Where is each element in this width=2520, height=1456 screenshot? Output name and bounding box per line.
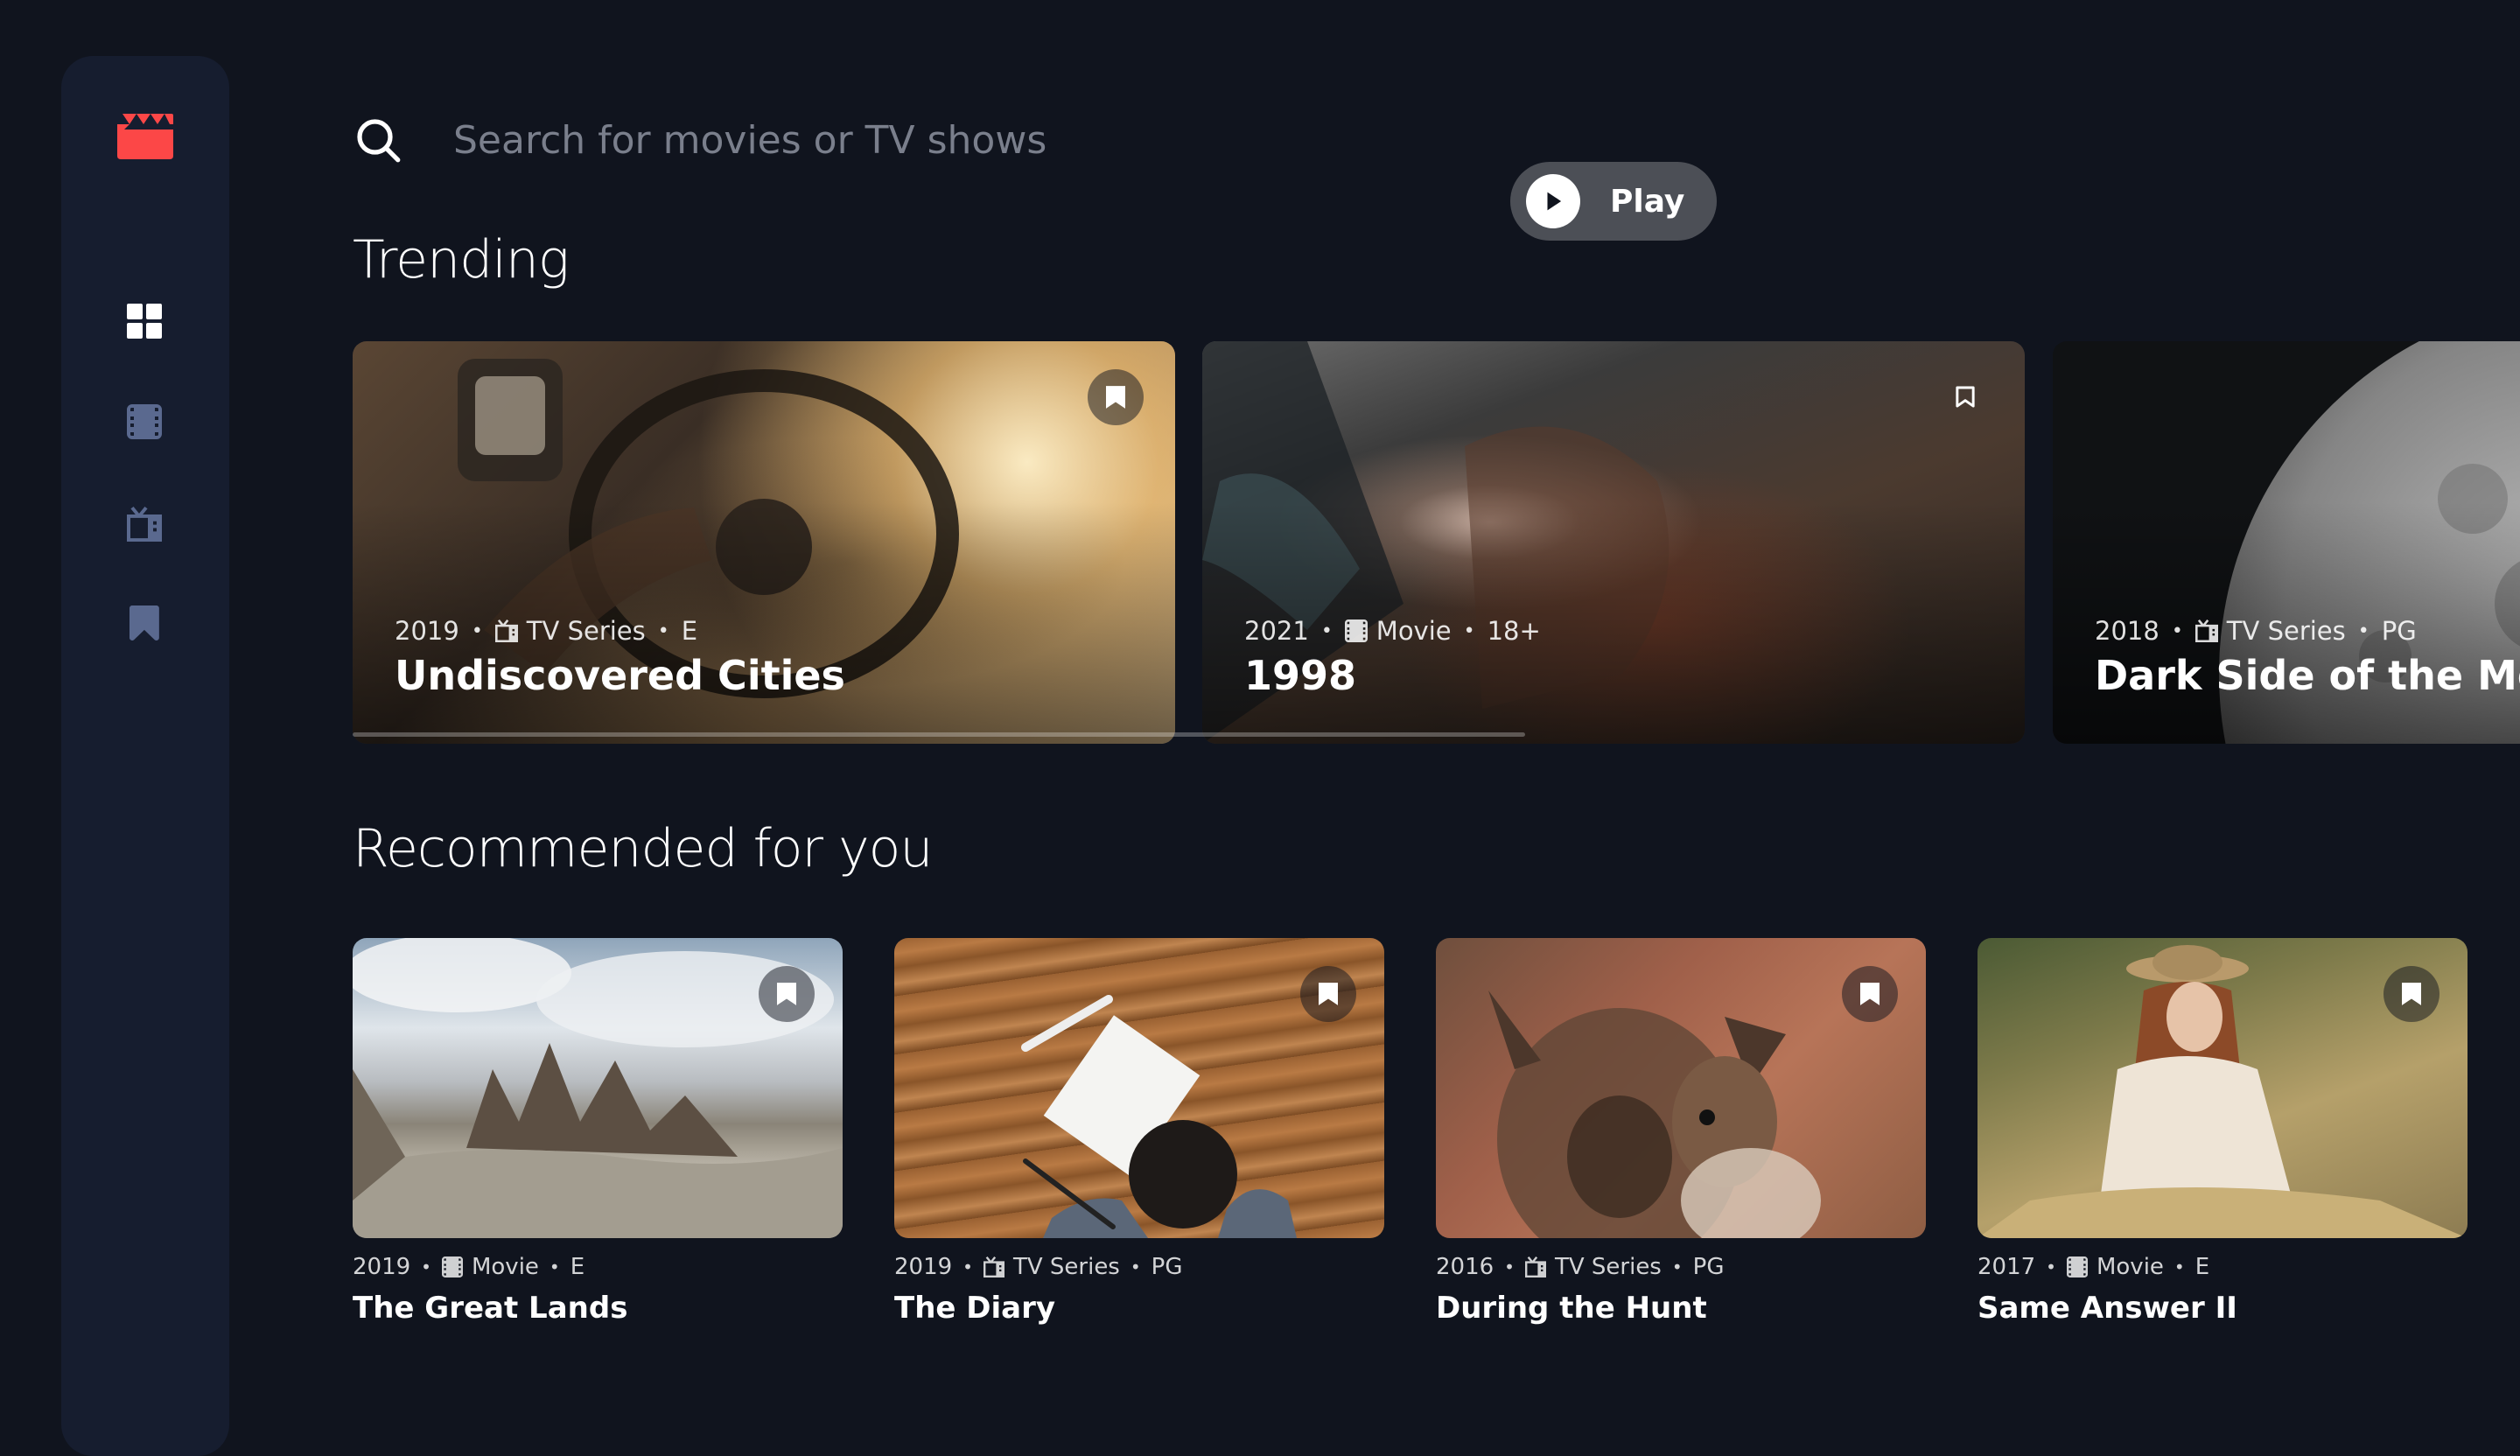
recommended-title[interactable]: The Great Lands (353, 1291, 843, 1326)
bookmark-filled-icon (777, 983, 796, 1005)
bookmark-button[interactable] (1300, 966, 1356, 1022)
trending-meta: 2021 • Movie • 18+ (1244, 616, 1541, 646)
meta-rating: PG (1151, 1254, 1183, 1280)
recommended-meta: 2019 • Movie • E (353, 1254, 843, 1280)
play-icon (1526, 174, 1580, 228)
film-icon (2066, 1256, 2088, 1278)
nav-home[interactable] (124, 301, 164, 341)
meta-separator: • (1130, 1256, 1141, 1278)
carousel-scrollbar[interactable] (353, 732, 1525, 737)
search-bar (354, 114, 2366, 166)
recommended-thumbnail (353, 938, 843, 1238)
trending-carousel[interactable]: 2019 • TV Series • E Undiscovered Cities (353, 341, 2520, 744)
recommended-thumbnail (1436, 938, 1926, 1238)
recommended-thumbnail (894, 938, 1384, 1238)
trending-card[interactable]: 2021 • Movie • 18+ 1998 (1202, 341, 2025, 744)
bookmark-filled-icon (2402, 983, 2421, 1005)
trending-meta: 2018 • TV Series • PG (2095, 616, 2417, 646)
search-icon[interactable] (354, 116, 402, 164)
meta-category: TV Series (2226, 616, 2346, 646)
meta-separator: • (471, 620, 483, 642)
play-label: Play (1610, 183, 1685, 220)
bookmark-icon (129, 606, 159, 640)
meta-category: Movie (1376, 616, 1452, 646)
trending-heading: Trending (353, 229, 570, 290)
tv-icon (983, 1256, 1004, 1278)
recommended-title[interactable]: Same Answer II (1978, 1291, 2468, 1326)
meta-separator: • (1463, 620, 1475, 642)
nav-tv-series[interactable] (124, 504, 164, 544)
trending-meta: 2019 • TV Series • E (395, 616, 697, 646)
meta-year: 2018 (2095, 616, 2160, 646)
tv-icon (2194, 620, 2218, 642)
meta-category: Movie (2096, 1254, 2164, 1280)
recommended-card[interactable]: 2016 • TV Series • PG During the Hunt (1436, 938, 1926, 1326)
recommended-meta: 2019 • TV Series • PG (894, 1254, 1384, 1280)
bookmark-filled-icon (1860, 983, 1880, 1005)
bookmark-button[interactable] (759, 966, 815, 1022)
meta-separator: • (1320, 620, 1333, 642)
meta-rating: 18+ (1487, 616, 1541, 646)
trending-title: 1998 (1244, 652, 1357, 699)
meta-separator: • (421, 1256, 431, 1278)
tv-icon (494, 620, 518, 642)
meta-category: Movie (471, 1254, 539, 1280)
meta-rating: PG (2381, 616, 2417, 646)
meta-rating: PG (1692, 1254, 1725, 1280)
bookmark-button[interactable] (1088, 369, 1144, 425)
meta-year: 2021 (1244, 616, 1309, 646)
meta-separator: • (1671, 1256, 1683, 1278)
search-input[interactable] (453, 117, 2028, 163)
tv-icon (1524, 1256, 1546, 1278)
grid-icon (127, 304, 162, 339)
meta-separator: • (549, 1256, 560, 1278)
trending-title: Dark Side of the Moon (2095, 652, 2520, 699)
film-icon (1344, 620, 1368, 642)
tv-icon (127, 507, 162, 542)
recommended-card[interactable]: 2019 • Movie • E The Great Lands (353, 938, 843, 1326)
recommended-card[interactable]: 2019 • TV Series • PG The Diary (894, 938, 1384, 1326)
meta-separator: • (657, 620, 669, 642)
bookmark-filled-icon (1106, 386, 1125, 409)
meta-separator: • (1504, 1256, 1515, 1278)
meta-year: 2016 (1436, 1254, 1494, 1280)
meta-rating: E (681, 616, 698, 646)
meta-year: 2019 (353, 1254, 411, 1280)
meta-year: 2017 (1978, 1254, 2036, 1280)
trending-card[interactable]: 2019 • TV Series • E Undiscovered Cities (353, 341, 1175, 744)
meta-separator: • (2171, 620, 2183, 642)
film-icon (127, 404, 162, 439)
meta-separator: • (2174, 1256, 2185, 1278)
play-button[interactable]: Play (1510, 162, 1717, 241)
recommended-meta: 2016 • TV Series • PG (1436, 1254, 1926, 1280)
bookmark-filled-icon (1319, 983, 1338, 1005)
recommended-title[interactable]: The Diary (894, 1291, 1384, 1326)
trending-title: Undiscovered Cities (395, 652, 845, 699)
meta-separator: • (962, 1256, 973, 1278)
meta-category: TV Series (1554, 1254, 1662, 1280)
meta-year: 2019 (894, 1254, 953, 1280)
meta-category: TV Series (526, 616, 646, 646)
meta-separator: • (2357, 620, 2370, 642)
recommended-card[interactable]: 2017 • Movie • E Same Answer II (1978, 938, 2468, 1326)
bookmark-outline-icon (1956, 386, 1975, 408)
film-icon (441, 1256, 463, 1278)
meta-category: TV Series (1012, 1254, 1120, 1280)
meta-year: 2019 (395, 616, 459, 646)
recommended-title[interactable]: During the Hunt (1436, 1291, 1926, 1326)
meta-rating: E (570, 1254, 585, 1280)
recommended-heading: Recommended for you (353, 818, 933, 879)
recommended-thumbnail (1978, 938, 2468, 1238)
nav-bookmarks[interactable] (124, 603, 164, 643)
trending-card[interactable]: 2018 • TV Series • PG Dark Side of the M… (2053, 341, 2520, 744)
meta-separator: • (2046, 1256, 2056, 1278)
bookmark-button[interactable] (1842, 966, 1898, 1022)
clapperboard-icon[interactable] (117, 114, 173, 161)
meta-rating: E (2194, 1254, 2210, 1280)
nav-movies[interactable] (124, 402, 164, 442)
bookmark-button[interactable] (1937, 369, 1993, 425)
bookmark-button[interactable] (2384, 966, 2440, 1022)
sidebar (61, 56, 229, 1456)
recommended-meta: 2017 • Movie • E (1978, 1254, 2468, 1280)
